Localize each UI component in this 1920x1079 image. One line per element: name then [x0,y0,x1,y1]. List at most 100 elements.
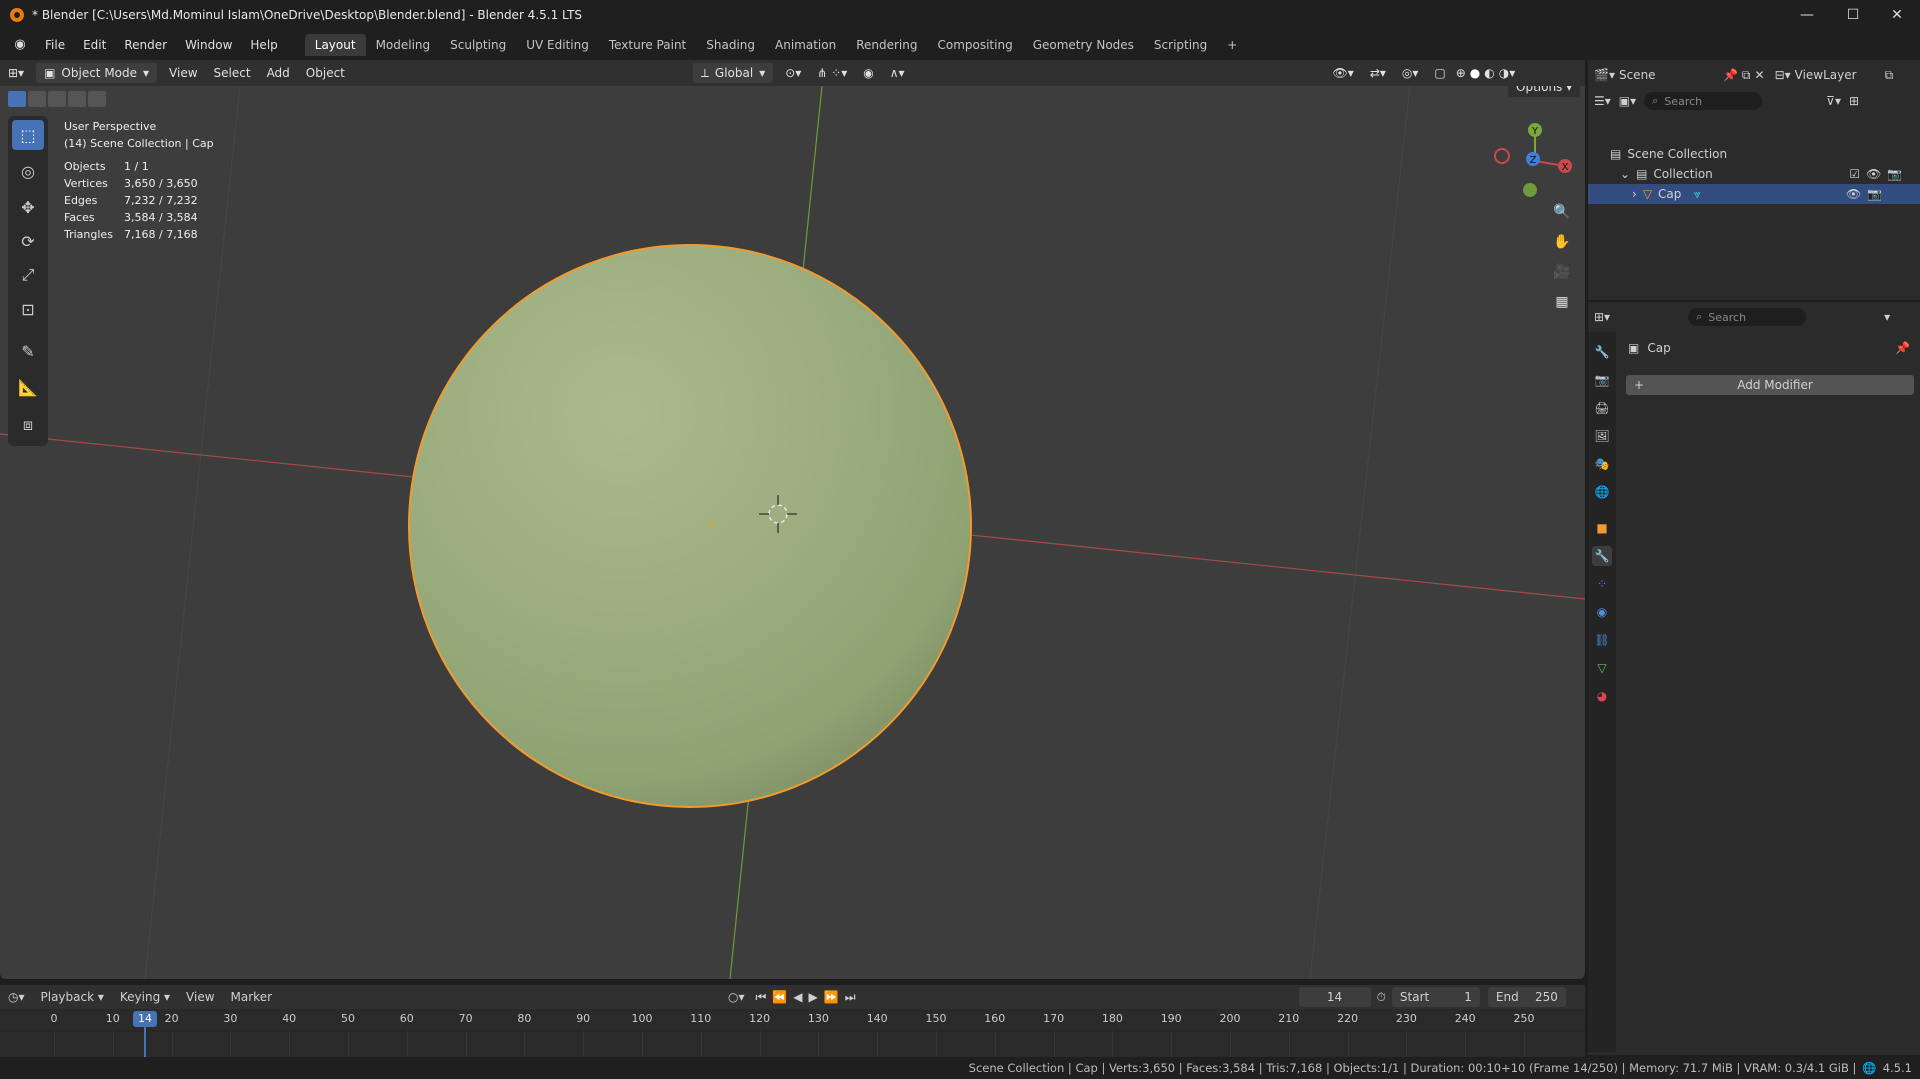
chevron-down-icon[interactable]: ⌄ [1620,167,1630,181]
visibility-icon[interactable]: 👁▾ [1325,60,1362,86]
tab-geometry-nodes[interactable]: Geometry Nodes [1023,34,1144,56]
solid-shading-icon[interactable]: ● [1468,60,1482,86]
particles-tab-icon[interactable]: ⁘ [1592,574,1612,594]
menu-help[interactable]: Help [241,30,286,60]
outliner-search-input[interactable]: ⌕ Search [1644,92,1763,110]
current-frame-field[interactable]: 14 [1298,987,1371,1007]
transform-tool[interactable]: ⊡ [12,294,44,324]
tab-compositing[interactable]: Compositing [927,34,1022,56]
next-keyframe-icon[interactable]: ⏩ [821,984,842,1010]
playhead[interactable]: 14 [133,1011,157,1027]
gizmo-toggle-icon[interactable]: ⇄▾ [1362,60,1394,86]
camera-icon[interactable]: 📷 [1867,187,1882,201]
menu-keying[interactable]: Keying ▾ [112,984,178,1010]
jump-end-icon[interactable]: ⏭ [842,984,859,1010]
menu-select[interactable]: Select [206,60,259,86]
pin-icon[interactable]: 📌 [1723,68,1738,82]
pan-hand-icon[interactable]: ✋ [1549,229,1575,255]
3d-viewport[interactable]: ⬚ ◎ ✥ ⟳ ⤢ ⊡ ✎ 📐 ⧈ User Perspective (14) … [0,86,1585,979]
menu-marker[interactable]: Marker [223,984,280,1010]
outliner-collection[interactable]: ⌄ ▤ Collection ☑ 👁 📷 [1588,164,1920,184]
pin-icon[interactable]: 📌 [1895,341,1910,355]
tab-animation[interactable]: Animation [765,34,846,56]
chevron-down-icon[interactable]: ▾ [1884,310,1890,324]
scene-icon[interactable]: 🎬▾ [1594,68,1615,82]
ortho-grid-icon[interactable]: ▦ [1549,289,1575,315]
properties-search-input[interactable]: ⌕ Search [1688,308,1807,326]
timeline-area[interactable]: 0 10 20 30 40 50 60 70 80 90 100 110 120 130 140 150 160… [0,1009,1585,1057]
view-layer-tab-icon[interactable]: 🖼 [1592,426,1612,446]
scene-tab-icon[interactable]: 🎭 [1592,454,1612,474]
snap-icon[interactable]: ⋔ ⁘▾ [809,60,855,86]
viewlayer-name[interactable]: ViewLayer [1795,68,1881,82]
tab-sculpting[interactable]: Sculpting [440,34,516,56]
tab-uv-editing[interactable]: UV Editing [516,34,599,56]
cursor-tool[interactable]: ◎ [12,156,44,186]
cap-object[interactable] [408,244,972,808]
rendered-shading-icon[interactable]: ◑▾ [1497,60,1518,86]
select-invert-icon[interactable] [68,91,86,107]
eye-icon[interactable]: 👁 [1866,167,1881,181]
mesh-data-icon[interactable]: ⩔ [1694,187,1840,202]
menu-window[interactable]: Window [176,30,241,60]
select-subtract-icon[interactable] [48,91,66,107]
minimize-button[interactable]: — [1784,0,1830,30]
tab-shading[interactable]: Shading [696,34,765,56]
options-dropdown[interactable]: Options ▾ [1508,86,1581,97]
display-mode-icon[interactable]: ☰▾ [1594,94,1611,108]
preview-range-icon[interactable]: ⏱ [1375,984,1388,1010]
material-shading-icon[interactable]: ◐ [1482,60,1496,86]
tab-modeling[interactable]: Modeling [366,34,441,56]
new-scene-icon[interactable]: ⧉ [1742,68,1751,83]
maximize-button[interactable]: ☐ [1830,0,1876,30]
viewlayer-icon[interactable]: ⊟▾ [1775,68,1791,82]
remove-scene-icon[interactable]: ✕ [1755,68,1765,82]
physics-tab-icon[interactable]: ◉ [1592,602,1612,622]
navigation-gizmo[interactable]: Y X Z [1485,116,1580,206]
pivot-icon[interactable]: ⊙▾ [777,60,809,86]
annotate-tool[interactable]: ✎ [12,336,44,366]
tab-rendering[interactable]: Rendering [846,34,927,56]
start-frame-field[interactable]: Start 1 [1391,987,1480,1007]
outliner-object-cap[interactable]: › ▽ Cap ⩔ 👁 📷 [1588,184,1920,204]
modifier-tab-icon[interactable]: 🔧 [1592,546,1612,566]
transform-orientation-dropdown[interactable]: ⟂ Global ▾ [692,63,774,83]
outliner-scene-collection[interactable]: ▤ Scene Collection [1588,144,1920,164]
render-tab-icon[interactable]: 📷 [1592,370,1612,390]
timeline-editor-icon[interactable]: ◷▾ [0,984,33,1010]
world-tab-icon[interactable]: 🌐 [1592,482,1612,502]
overlay-icon[interactable]: ◎▾ [1394,60,1427,86]
material-tab-icon[interactable]: ◕ [1592,686,1612,706]
data-tab-icon[interactable]: ▽ [1592,658,1612,678]
select-box-tool[interactable]: ⬚ [12,120,44,150]
menu-playback[interactable]: Playback ▾ [33,984,112,1010]
scale-tool[interactable]: ⤢ [12,260,44,290]
menu-object[interactable]: Object [298,60,353,86]
select-extend-icon[interactable] [28,91,46,107]
filter-icon[interactable]: ⊽▾ [1826,94,1841,108]
menu-file[interactable]: File [36,30,74,60]
move-tool[interactable]: ✥ [12,192,44,222]
auto-keying-icon[interactable]: ○▾ [720,984,753,1010]
filter-view-icon[interactable]: ▣▾ [1619,94,1636,108]
select-new-icon[interactable] [8,91,26,107]
camera-icon[interactable]: 📷 [1887,167,1902,181]
constraints-tab-icon[interactable]: ⛓ [1592,630,1612,650]
object-tab-icon[interactable]: ■ [1592,518,1612,538]
play-reverse-icon[interactable]: ◀ [790,984,805,1010]
editor-type-icon[interactable]: ⊞▾ [0,60,32,86]
zoom-icon[interactable]: 🔍 [1549,199,1575,225]
new-collection-icon[interactable]: ⊞ [1849,94,1859,108]
output-tab-icon[interactable]: 🖨 [1592,398,1612,418]
chevron-right-icon[interactable]: › [1632,187,1637,201]
add-modifier-button[interactable]: + Add Modifier [1626,375,1914,395]
menu-edit[interactable]: Edit [74,30,115,60]
menu-add[interactable]: Add [259,60,298,86]
camera-view-icon[interactable]: 🎥 [1549,259,1575,285]
properties-editor-icon[interactable]: ⊞▾ [1594,310,1610,324]
xray-icon[interactable]: ▢ [1426,60,1453,86]
tab-texture-paint[interactable]: Texture Paint [599,34,696,56]
tab-scripting[interactable]: Scripting [1144,34,1217,56]
select-intersect-icon[interactable] [88,91,106,107]
wireframe-shading-icon[interactable]: ⊕ [1454,60,1468,86]
